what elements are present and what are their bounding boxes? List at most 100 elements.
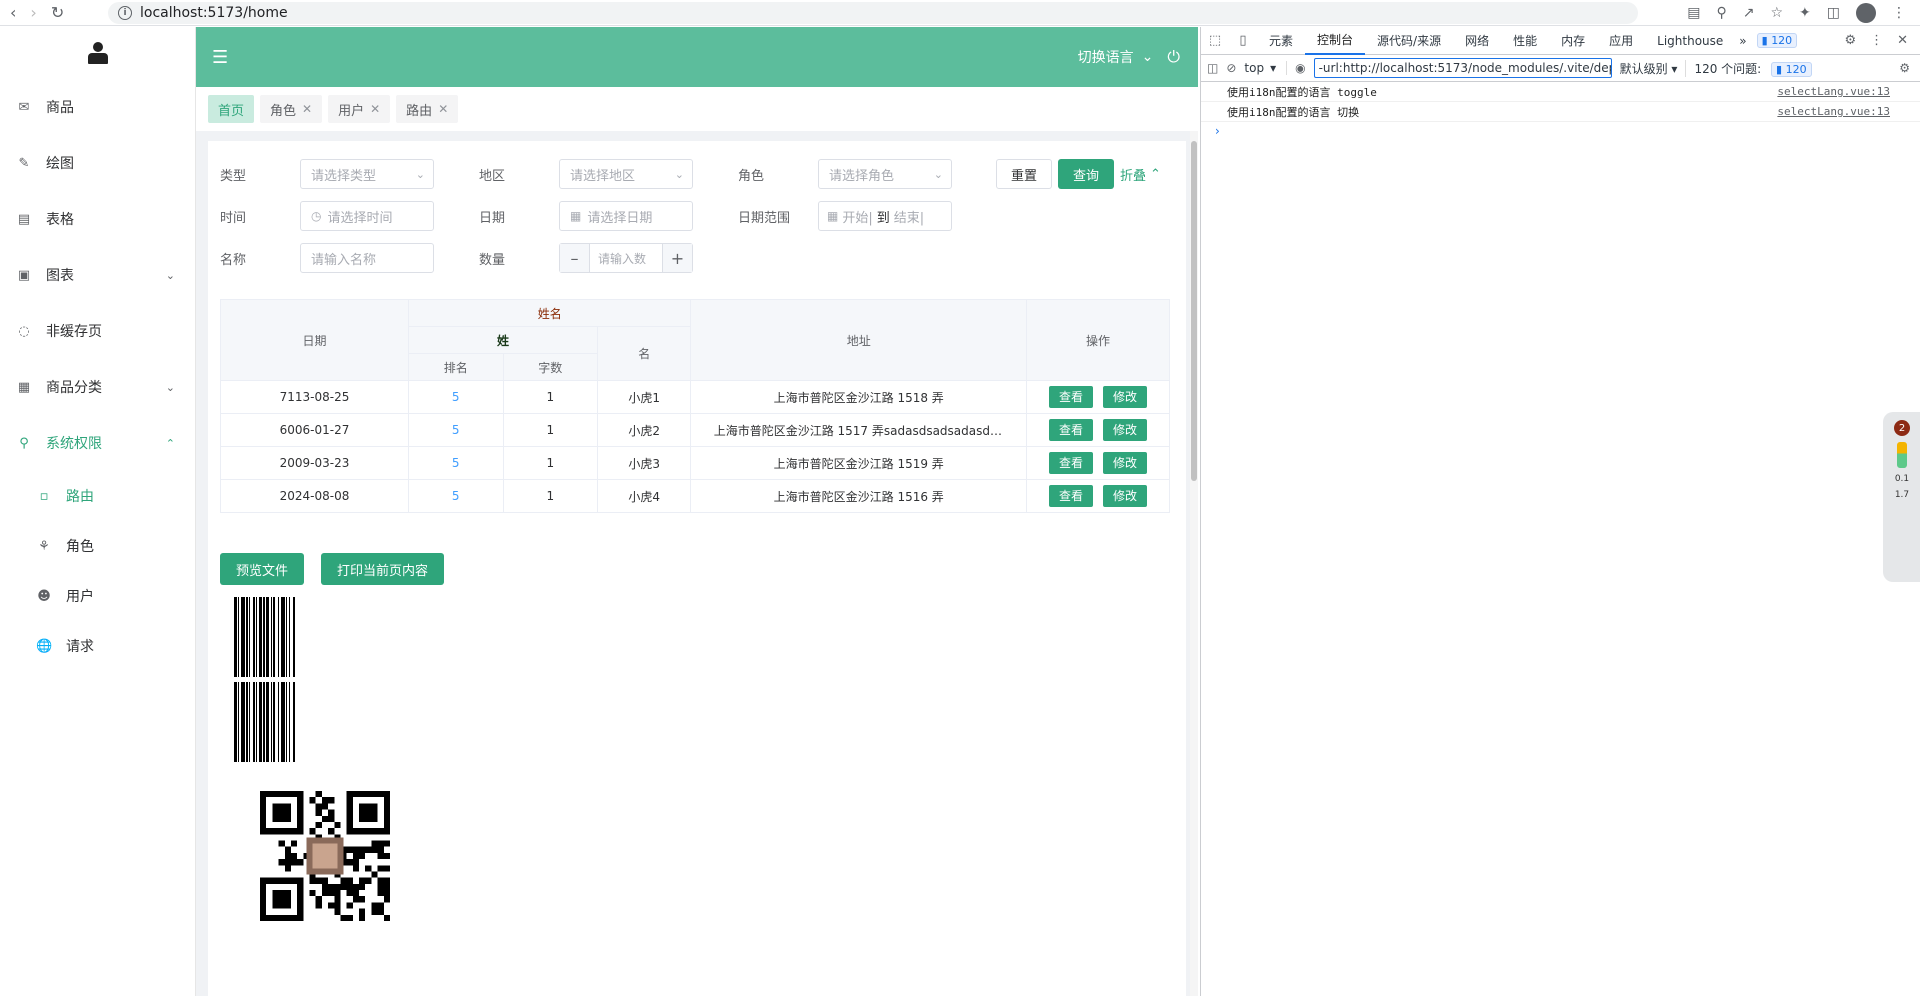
tab-home[interactable]: 首页 [208,95,255,123]
tab-roles[interactable]: 角色 ✕ [260,95,323,123]
clipboard-icon[interactable]: ▤ [1687,5,1700,21]
widget-value-1: 0.1 [1894,474,1910,484]
tab-lighthouse[interactable]: Lighthouse [1645,27,1735,55]
tab-application[interactable]: 应用 [1597,27,1645,55]
console-filter-input[interactable]: -url:http://localhost:5173/node_modules/… [1313,58,1612,78]
reset-button[interactable]: 重置 [996,159,1053,189]
key-icon: ⚲ [19,435,29,451]
cell-rank[interactable]: 5 [407,479,504,513]
browser-menu-icon[interactable]: ⋮ [1892,5,1906,21]
tab-sources[interactable]: 源代码/来源 [1365,27,1453,55]
language-switcher[interactable]: 切换语言 ⌄ [1078,47,1154,67]
sidepanel-icon[interactable]: ◫ [1827,5,1840,21]
query-button[interactable]: 查询 [1058,159,1115,189]
time-picker[interactable]: ◷ 请选择时间 [300,201,434,231]
console-prompt[interactable]: › [1201,122,1920,140]
sidebar-item-goods[interactable]: ✉ 商品 [0,79,195,135]
name-input[interactable]: 请输入名称 [300,243,434,273]
kebab-menu-icon[interactable]: ⋮ [1870,33,1883,48]
cell-rank[interactable]: 5 [407,413,504,447]
tab-console[interactable]: 控制台 [1305,27,1366,55]
star-icon[interactable]: ☆ [1770,5,1783,21]
tab-memory[interactable]: 内存 [1549,27,1597,55]
clear-console-icon[interactable]: ⊘ [1226,61,1236,75]
print-page-button[interactable]: 打印当前页内容 [321,553,445,585]
context-selector[interactable]: top ▾ [1244,61,1288,75]
menu-toggle-icon[interactable]: ☰ [212,47,228,68]
close-icon[interactable]: ✕ [302,102,312,116]
plus-icon[interactable]: + [662,244,692,272]
logout-icon[interactable]: ⏻ [1167,47,1180,67]
close-icon[interactable]: ✕ [438,102,448,116]
sidebar-item-nocache[interactable]: ◌ 非缓存页 [0,303,195,359]
address-bar[interactable]: i localhost:5173/home [108,1,1638,24]
type-select[interactable]: 请选择类型 ⌄ [300,159,434,189]
console-settings-icon[interactable]: ⚙ [1899,61,1920,75]
sidebar-item-charts[interactable]: ▣ 图表 ⌄ [0,247,195,303]
sidebar-item-users[interactable]: ☻ 用户 [0,571,195,621]
page-scrollbar[interactable] [1190,131,1198,996]
sidebar-item-routes[interactable]: ▫ 路由 [0,471,195,521]
date-range-picker[interactable]: ▦ 开始| 到 结束| [818,201,952,231]
floating-monitor-widget[interactable]: 2 0.1 1.7 [1883,412,1920,582]
log-source-link[interactable]: selectLang.vue:13 [1777,85,1890,98]
key-icon[interactable]: ⚲ [1716,5,1726,21]
site-info-icon[interactable]: i [118,5,132,20]
region-select[interactable]: 请选择地区 ⌄ [559,159,693,189]
sidebar-item-categories[interactable]: ▦ 商品分类 ⌄ [0,359,195,415]
collapse-toggle[interactable]: 折叠 ⌃ [1120,165,1161,184]
issues-badge[interactable]: ▮ 120 [1756,33,1798,48]
sidebar-item-permissions[interactable]: ⚲ 系统权限 ⌃ [0,415,195,471]
preview-file-button[interactable]: 预览文件 [220,553,305,585]
cell-rank[interactable]: 5 [407,446,504,480]
tab-users[interactable]: 用户 ✕ [328,95,391,123]
logo [0,27,195,79]
chevron-down-icon: ⌄ [933,167,943,181]
cell-chars: 1 [502,380,599,414]
edit-button[interactable]: 修改 [1102,419,1147,441]
tab-routes[interactable]: 路由 ✕ [396,95,459,123]
quantity-stepper[interactable]: – 请输入数 + [559,243,693,273]
issues-counter[interactable]: 120 个问题: ▮ 120 [1685,59,1812,77]
sidebar-item-table[interactable]: ▤ 表格 [0,191,195,247]
profile-avatar[interactable] [1856,2,1876,23]
table-row: 7113-08-25 5 1 小虎1 上海市普陀区金沙江路 1518 弄 查看 修改 [220,380,1171,414]
view-button[interactable]: 查看 [1048,386,1093,408]
tab-elements[interactable]: 元素 [1257,27,1305,55]
cell-rank[interactable]: 5 [407,380,504,414]
view-button[interactable]: 查看 [1048,452,1093,474]
log-level-select[interactable]: 默认级别 ▾ [1620,60,1678,77]
log-source-link[interactable]: selectLang.vue:13 [1777,105,1890,118]
close-icon[interactable]: ✕ [370,102,380,116]
share-icon[interactable]: ↗ [1743,5,1755,21]
edit-button[interactable]: 修改 [1102,485,1147,507]
view-button[interactable]: 查看 [1048,485,1093,507]
calendar-icon: ▦ [570,209,582,223]
role-select[interactable]: 请选择角色 ⌄ [818,159,952,189]
inspect-icon[interactable]: ⬚ [1201,33,1229,48]
eye-icon[interactable]: ◉ [1295,61,1305,75]
device-toggle-icon[interactable]: ▯ [1229,33,1257,48]
sidebar-item-roles[interactable]: ⚘ 角色 [0,521,195,571]
reload-icon[interactable]: ↻ [51,3,64,22]
tab-network[interactable]: 网络 [1453,27,1501,55]
sidebar-item-draw[interactable]: ✎ 绘图 [0,135,195,191]
sidebar-toggle-icon[interactable]: ◫ [1207,61,1218,75]
back-icon[interactable]: ‹ [10,3,16,22]
sidebar-item-requests[interactable]: 🌐 请求 [0,621,195,671]
tab-performance[interactable]: 性能 [1501,27,1549,55]
minus-icon[interactable]: – [560,244,590,272]
col-rank: 排名 [407,353,504,381]
forward-icon[interactable]: › [30,3,36,22]
more-tabs-icon[interactable]: » [1735,34,1750,48]
browser-nav: ‹ › ↻ [0,3,108,22]
edit-button[interactable]: 修改 [1102,386,1147,408]
close-icon[interactable]: ✕ [1897,33,1908,48]
edit-button[interactable]: 修改 [1102,452,1147,474]
date-picker[interactable]: ▦ 请选择日期 [559,201,693,231]
extensions-icon[interactable]: ✦ [1799,5,1811,21]
time-label: 时间 [220,210,247,226]
view-button[interactable]: 查看 [1048,419,1093,441]
settings-icon[interactable]: ⚙ [1844,33,1856,48]
scrollbar-thumb[interactable] [1191,141,1197,481]
